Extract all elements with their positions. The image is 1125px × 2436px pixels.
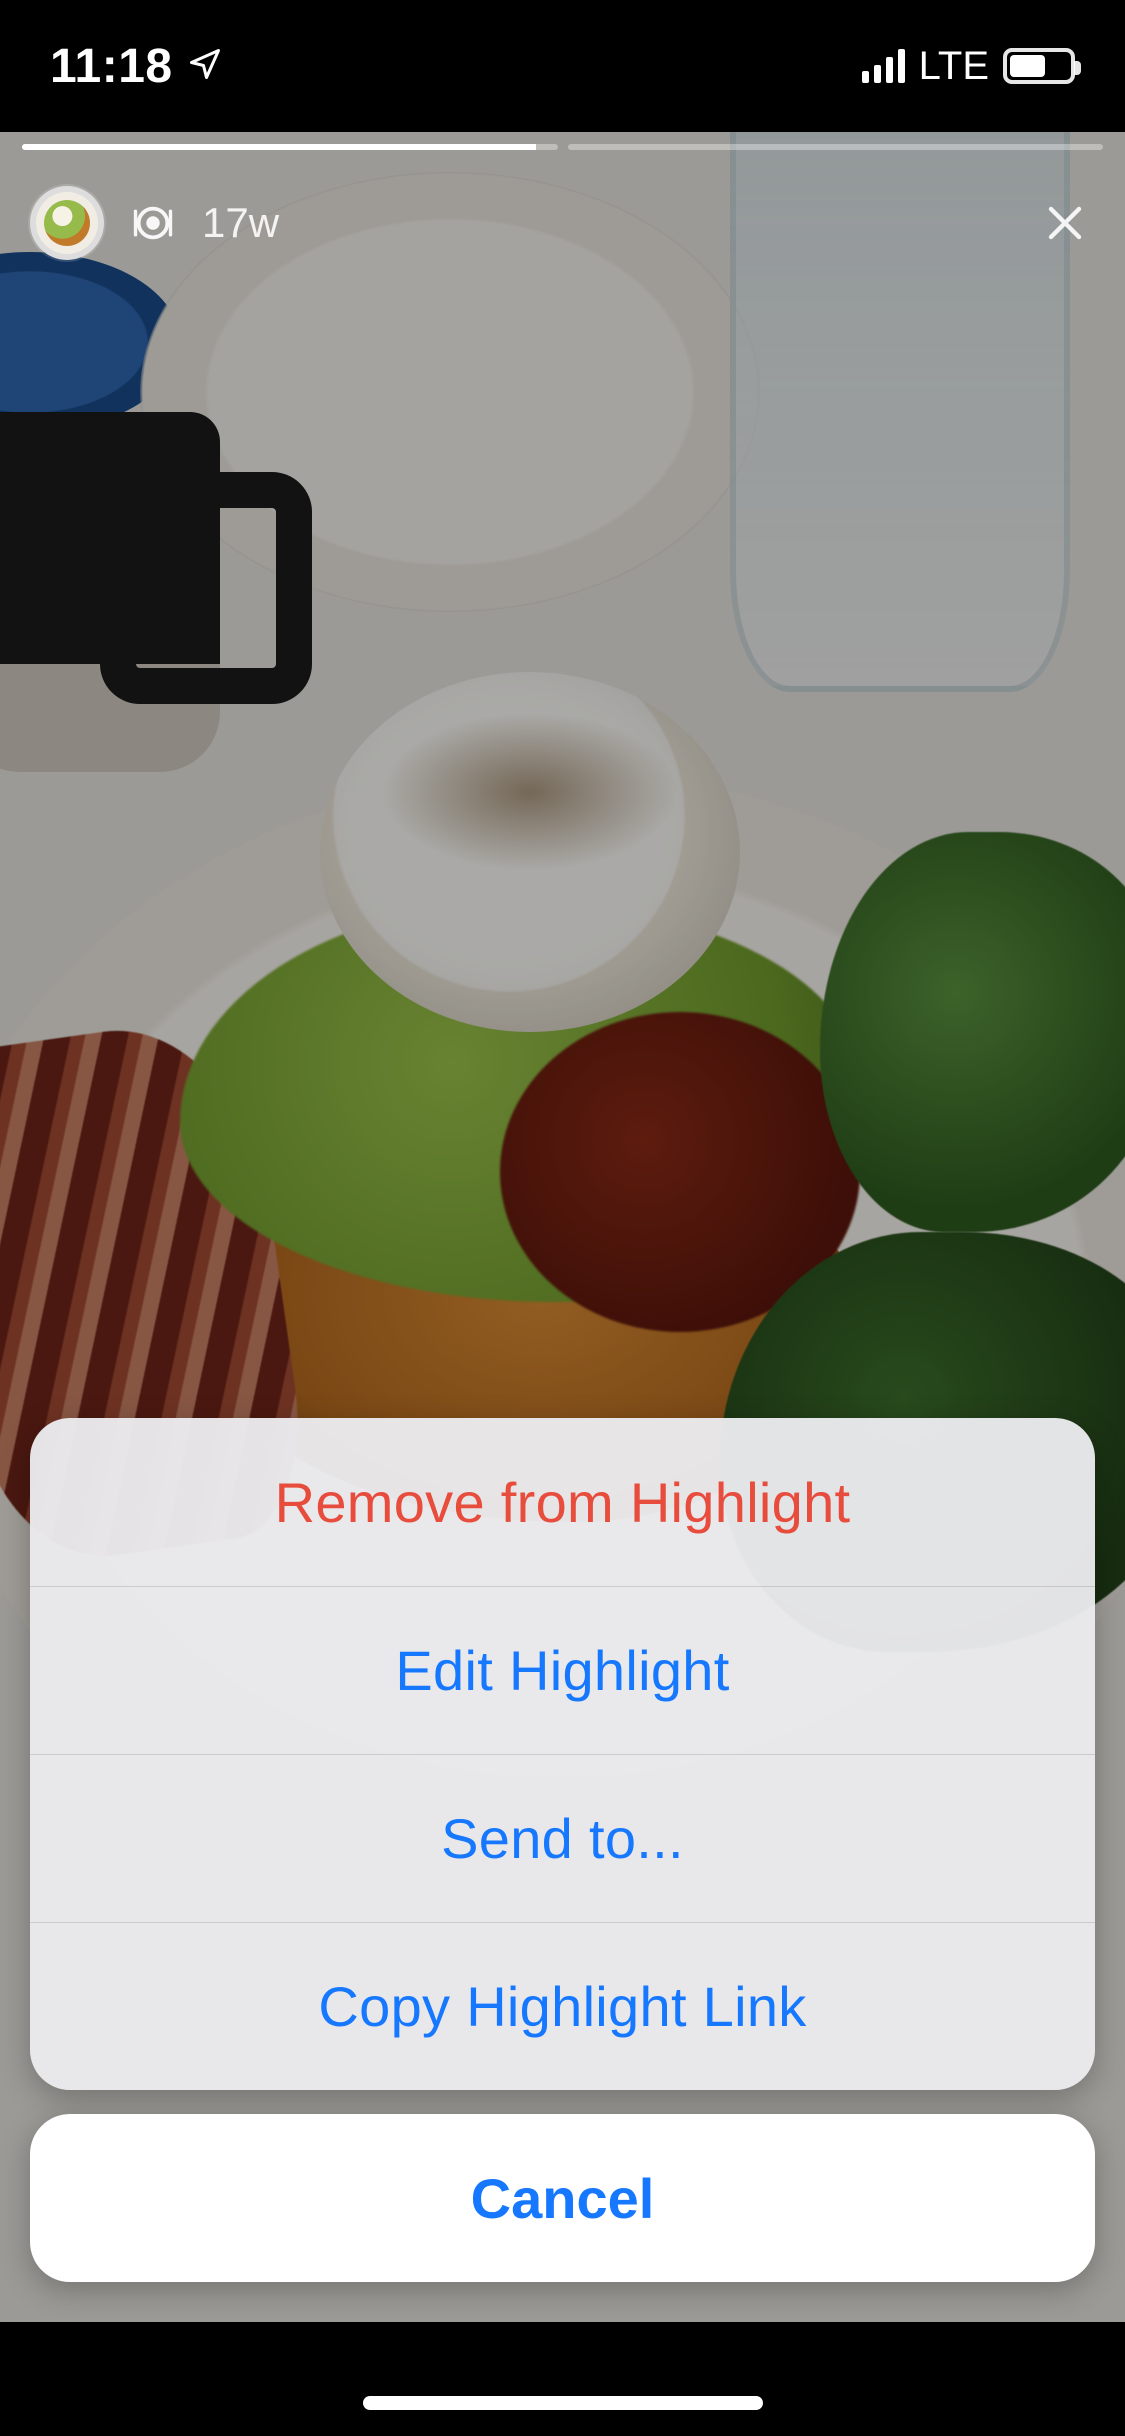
remove-from-highlight-button[interactable]: Remove from Highlight	[30, 1418, 1095, 1586]
highlight-avatar[interactable]	[30, 186, 104, 260]
action-sheet-group: Remove from Highlight Edit Highlight Sen…	[30, 1418, 1095, 2090]
home-indicator[interactable]	[363, 2396, 763, 2410]
story-progress-segment	[568, 144, 1104, 150]
action-sheet: Remove from Highlight Edit Highlight Sen…	[30, 1418, 1095, 2282]
story-progress	[22, 144, 1103, 152]
action-sheet-item-label: Edit Highlight	[395, 1638, 729, 1703]
network-type: LTE	[919, 44, 989, 89]
status-bar: 11:18 LTE	[0, 0, 1125, 132]
battery-icon	[1003, 48, 1075, 84]
action-sheet-item-label: Copy Highlight Link	[318, 1974, 806, 2039]
cancel-button-label: Cancel	[471, 2166, 655, 2231]
action-sheet-item-label: Remove from Highlight	[275, 1470, 851, 1535]
cancel-button[interactable]: Cancel	[30, 2114, 1095, 2282]
cellular-signal-icon	[862, 49, 905, 83]
plate-cutlery-icon[interactable]	[130, 200, 176, 246]
send-to-button[interactable]: Send to...	[30, 1754, 1095, 1922]
edit-highlight-button[interactable]: Edit Highlight	[30, 1586, 1095, 1754]
story-timestamp: 17w	[202, 199, 279, 247]
story-progress-segment	[22, 144, 558, 150]
story-header: 17w	[30, 178, 1095, 268]
location-arrow-icon	[187, 39, 223, 94]
status-time: 11:18	[50, 39, 173, 94]
action-sheet-item-label: Send to...	[441, 1806, 684, 1871]
copy-highlight-link-button[interactable]: Copy Highlight Link	[30, 1922, 1095, 2090]
close-icon[interactable]	[1035, 193, 1095, 253]
